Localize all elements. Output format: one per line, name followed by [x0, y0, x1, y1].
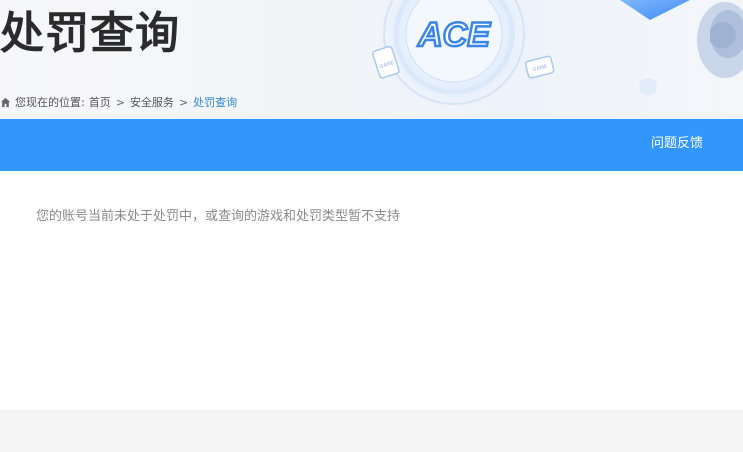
breadcrumb-security-service-link[interactable]: 安全服务 [130, 94, 174, 110]
svg-text:ACE: ACE [417, 16, 491, 54]
ace-logo-icon: ACE [416, 15, 493, 56]
query-result-message: 您的账号当前未处于处罚中，或查询的游戏和处罚类型暂不支持 [36, 209, 401, 224]
breadcrumb-current: 处罚查询 [193, 96, 238, 109]
breadcrumb-separator: > [178, 95, 189, 109]
breadcrumb-home-link[interactable]: 首页 [89, 94, 111, 110]
breadcrumb: 您现在的位置: 首页 > 安全服务 > 处罚查询 [0, 94, 237, 110]
breadcrumb-prefix: 您现在的位置: [15, 96, 85, 109]
game-console-icon: GAME [524, 55, 555, 79]
page-title: 处罚查询 [0, 8, 180, 59]
hero-illustration: ACE GAME GAME [372, 0, 743, 112]
triangle-deco-icon [620, 0, 690, 20]
breadcrumb-separator: > [115, 95, 125, 109]
feedback-link[interactable]: 问题反馈 [651, 135, 703, 153]
content-panel: 您的账号当前未处于处罚中，或查询的游戏和处罚类型暂不支持 [0, 171, 743, 410]
nav-bar: 问题反馈 [0, 119, 743, 171]
dragon-statue-icon [697, 2, 743, 78]
page-header: 处罚查询 ACE GAME GAME 您现在的位置: 首页 > 安全服务 > 处… [0, 0, 743, 119]
home-icon [0, 97, 11, 107]
